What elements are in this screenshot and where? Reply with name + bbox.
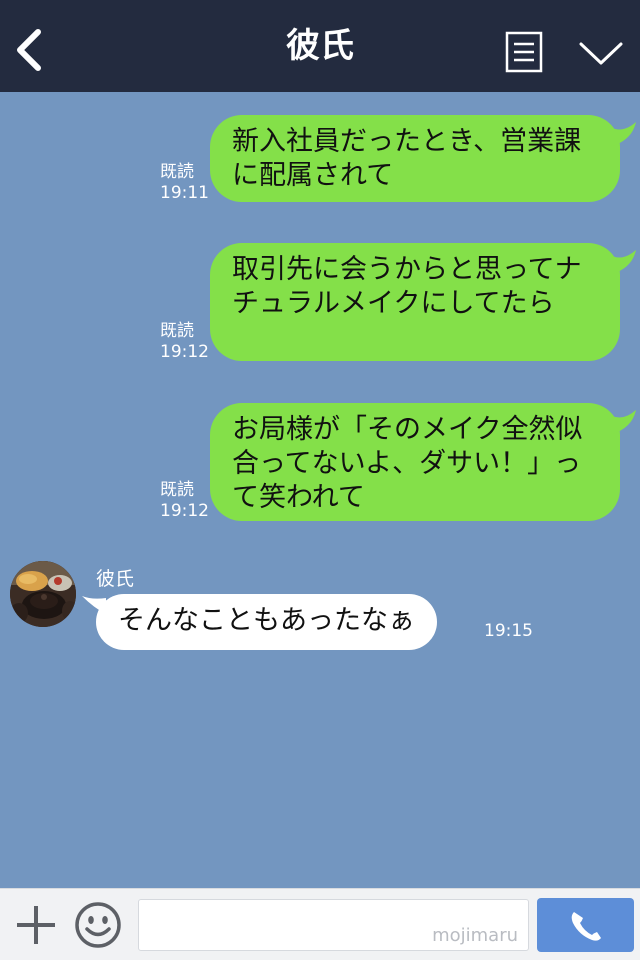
message-bubble[interactable]: お局様が「そのメイク全然似合ってないよ、ダサい！」って笑われて [210, 403, 620, 521]
phone-icon [571, 912, 601, 941]
message-text: 新入社員だったとき、営業課に配属されて [232, 126, 582, 191]
message-text: そんなこともあったなぁ [118, 605, 415, 636]
watermark-text: mojimaru [432, 925, 518, 946]
input-bar: mojimaru [0, 888, 640, 960]
chat-area[interactable]: 既読 19:11 新入社員だったとき、営業課に配属されて 既読 19:12 取引… [0, 92, 640, 888]
message-meta: 既読 19:12 [160, 480, 209, 522]
read-receipt: 既読 [160, 321, 194, 341]
bubble-tail [606, 122, 636, 146]
chat-header: 彼氏 [0, 0, 640, 92]
message-input[interactable]: mojimaru [138, 899, 529, 951]
message-text: お局様が「そのメイク全然似合ってないよ、ダサい！」って笑われて [232, 414, 583, 513]
message-bubble[interactable]: 取引先に会うからと思ってナチュラルメイクにしてたら [210, 243, 620, 361]
message-meta: 既読 19:11 [160, 162, 209, 204]
avatar[interactable] [10, 561, 76, 627]
message-time: 19:12 [160, 501, 209, 521]
add-attachment-button[interactable] [14, 903, 58, 947]
plus-icon [17, 906, 55, 944]
menu-button[interactable] [505, 31, 543, 73]
chevron-left-icon [17, 29, 41, 71]
message-text: 取引先に会うからと思ってナチュラルメイクにしてたら [232, 254, 582, 319]
emoji-button[interactable] [74, 901, 122, 949]
message-time: 19:11 [160, 183, 209, 203]
sender-name: 彼氏 [96, 568, 135, 590]
chat-title: 彼氏 [286, 26, 354, 66]
food-photo-avatar-icon [10, 561, 76, 627]
back-button[interactable] [14, 28, 46, 72]
bubble-tail [606, 410, 636, 434]
message-time: 19:12 [160, 342, 209, 362]
bubble-tail [606, 250, 636, 274]
smiley-icon [75, 902, 121, 948]
read-receipt: 既読 [160, 162, 194, 182]
message-meta: 既読 19:12 [160, 321, 209, 363]
expand-button[interactable] [578, 38, 624, 68]
message-bubble[interactable]: そんなこともあったなぁ [96, 594, 437, 650]
message-time: 19:15 [484, 621, 533, 641]
call-button[interactable] [537, 898, 634, 952]
message-bubble[interactable]: 新入社員だったとき、営業課に配属されて [210, 115, 620, 202]
read-receipt: 既読 [160, 480, 194, 500]
chevron-down-icon [579, 42, 623, 65]
list-icon [505, 31, 543, 73]
